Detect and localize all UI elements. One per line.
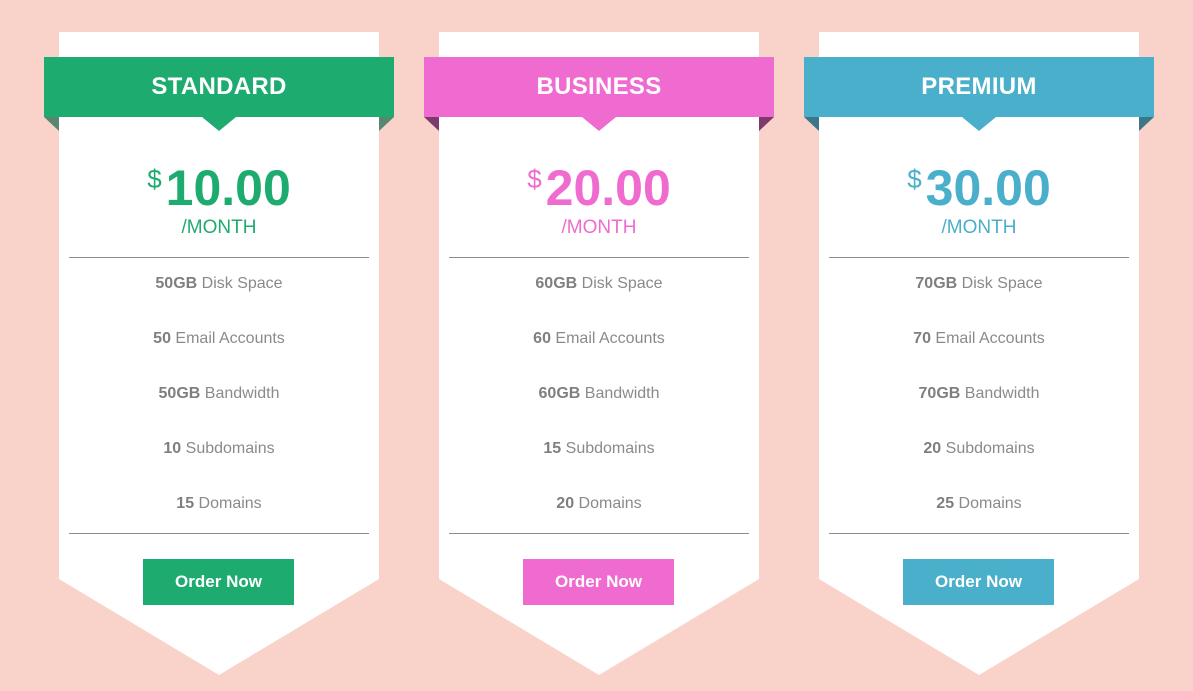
feature-label: Bandwidth [584, 385, 660, 402]
feature-item: 60 Email Accounts [439, 330, 759, 348]
feature-label: Subdomains [185, 440, 275, 457]
ribbon-fold-right [759, 117, 774, 131]
feature-label: Email Accounts [935, 330, 1045, 347]
feature-value: 60GB [535, 275, 578, 292]
feature-item: 50GB Bandwidth [59, 385, 379, 403]
feature-value: 15 [543, 440, 562, 457]
currency-symbol: $ [527, 164, 542, 194]
feature-item: 10 Subdomains [59, 440, 379, 458]
order-now-button[interactable]: Order Now [903, 559, 1054, 605]
price-period: /MONTH [181, 217, 257, 238]
feature-value: 50GB [155, 275, 198, 292]
feature-label: Domains [578, 495, 642, 512]
feature-item: 20 Domains [439, 495, 759, 513]
feature-item: 60GB Bandwidth [439, 385, 759, 403]
pricing-card-premium: PREMIUM $30.00 /MONTH 70GB Disk Space 70 … [804, 32, 1154, 675]
divider [829, 533, 1129, 534]
feature-label: Bandwidth [204, 385, 280, 402]
feature-label: Disk Space [201, 275, 283, 292]
divider [69, 533, 369, 534]
currency-symbol: $ [147, 164, 162, 194]
ribbon-fold-left [44, 117, 59, 131]
feature-label: Email Accounts [175, 330, 285, 347]
feature-item: 25 Domains [819, 495, 1139, 513]
feature-value: 70GB [915, 275, 958, 292]
ribbon-fold-left [804, 117, 819, 131]
divider [829, 257, 1129, 258]
feature-label: Bandwidth [964, 385, 1040, 402]
feature-label: Domains [198, 495, 262, 512]
ribbon-fold-left [424, 117, 439, 131]
feature-item: 70GB Bandwidth [819, 385, 1139, 403]
feature-label: Subdomains [565, 440, 655, 457]
feature-value: 70 [913, 330, 931, 347]
feature-item: 50GB Disk Space [59, 275, 379, 293]
plan-name: STANDARD [44, 57, 394, 117]
feature-value: 20 [923, 440, 942, 457]
feature-label: Email Accounts [555, 330, 665, 347]
divider [449, 257, 749, 258]
feature-label: Disk Space [961, 275, 1043, 292]
feature-value: 15 [176, 495, 195, 512]
price-amount: 20.00 [545, 160, 671, 216]
feature-label: Subdomains [945, 440, 1035, 457]
pricing-card-business: BUSINESS $20.00 /MONTH 60GB Disk Space 60… [424, 32, 774, 675]
price: $10.00 [59, 160, 379, 216]
feature-value: 50GB [158, 385, 201, 402]
ribbon-fold-right [379, 117, 394, 131]
plan-name: BUSINESS [424, 57, 774, 117]
price-amount: 30.00 [925, 160, 1051, 216]
feature-item: 60GB Disk Space [439, 275, 759, 293]
feature-label: Domains [958, 495, 1022, 512]
feature-value: 60 [533, 330, 551, 347]
feature-value: 20 [556, 495, 575, 512]
feature-item: 20 Subdomains [819, 440, 1139, 458]
feature-value: 60GB [538, 385, 581, 402]
feature-item: 50 Email Accounts [59, 330, 379, 348]
feature-label: Disk Space [581, 275, 663, 292]
feature-value: 70GB [918, 385, 961, 402]
price-period: /MONTH [561, 217, 637, 238]
divider [69, 257, 369, 258]
price: $20.00 [439, 160, 759, 216]
pricing-card-standard: STANDARD $10.00 /MONTH 50GB Disk Space 50… [44, 32, 394, 675]
feature-item: 70 Email Accounts [819, 330, 1139, 348]
price-amount: 10.00 [165, 160, 291, 216]
order-now-button[interactable]: Order Now [523, 559, 674, 605]
feature-item: 15 Subdomains [439, 440, 759, 458]
feature-value: 10 [163, 440, 182, 457]
feature-item: 70GB Disk Space [819, 275, 1139, 293]
order-now-button[interactable]: Order Now [143, 559, 294, 605]
price-period: /MONTH [941, 217, 1017, 238]
divider [449, 533, 749, 534]
currency-symbol: $ [907, 164, 922, 194]
feature-value: 50 [153, 330, 171, 347]
price: $30.00 [819, 160, 1139, 216]
plan-name: PREMIUM [804, 57, 1154, 117]
ribbon-fold-right [1139, 117, 1154, 131]
feature-value: 25 [936, 495, 955, 512]
feature-item: 15 Domains [59, 495, 379, 513]
